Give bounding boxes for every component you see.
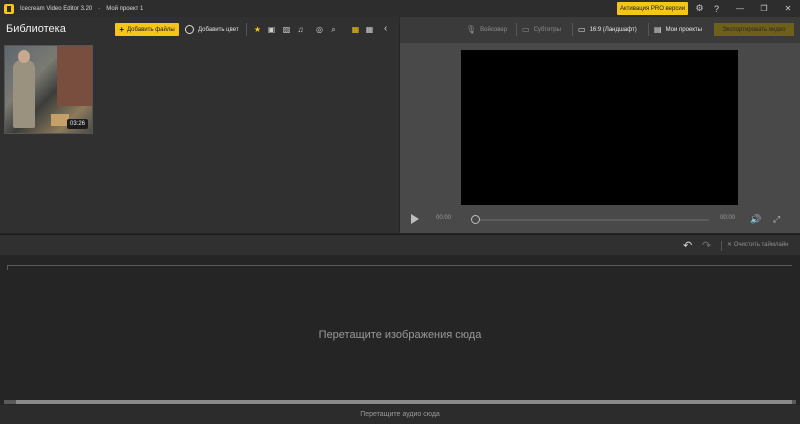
plus-icon: + [119, 25, 125, 34]
redo-icon[interactable]: ↷ [702, 239, 711, 252]
seek-handle[interactable] [471, 215, 480, 224]
aspect-ratio-icon: ▭ [578, 25, 586, 34]
title-bar: Icecream Video Editor 3.20 - Мой проект … [0, 0, 800, 17]
video-icon[interactable]: ▣ [266, 24, 277, 35]
toolbar-divider [572, 23, 573, 36]
chevron-left-icon[interactable]: ‹ [384, 23, 387, 34]
microphone-icon: 🎙 [466, 25, 477, 34]
add-color-label: Добавить цвет [198, 26, 239, 33]
subtitles-button[interactable]: ▭ Субтитры [522, 23, 561, 36]
my-projects-label: Мои проекты [665, 26, 702, 33]
current-time: 00:00 [436, 215, 452, 221]
thumbnail-image-person [13, 60, 35, 128]
clear-timeline-button[interactable]: ✕ Очистить таймлайн [727, 241, 789, 248]
close-icon: ✕ [727, 242, 734, 248]
project-name: Мой проект 1 [106, 5, 144, 12]
timeline-ruler [7, 265, 792, 266]
aspect-ratio-label: 16:9 (Ландшафт) [589, 26, 637, 33]
gear-icon[interactable]: ⚙ [694, 3, 705, 14]
activate-pro-button[interactable]: Активация PRO версии [617, 2, 688, 15]
total-time: 00:00 [720, 215, 736, 221]
minimize-button[interactable]: — [728, 0, 752, 17]
subtitles-label: Субтитры [533, 26, 561, 33]
help-icon[interactable]: ? [711, 3, 722, 14]
close-button[interactable]: ✕ [776, 0, 800, 17]
export-label: Экспортировать видео [722, 26, 786, 33]
fullscreen-icon[interactable]: ⤢ [773, 214, 780, 225]
toolbar-divider [246, 23, 247, 36]
library-panel: Библиотека + Добавить файлы Добавить цве… [0, 17, 399, 233]
timeline-area[interactable]: Перетащите изображения сюда [0, 256, 800, 398]
aspect-ratio-button[interactable]: ▭ 16:9 (Ландшафт) [578, 23, 637, 36]
drop-audio-hint: Перетащите аудио сюда [360, 411, 440, 418]
grid-large-icon[interactable]: ▦ [350, 24, 361, 35]
drop-images-hint: Перетащите изображения сюда [318, 329, 482, 341]
music-icon[interactable]: ♫ [295, 24, 306, 35]
add-color-button[interactable]: Добавить цвет [185, 23, 239, 36]
undo-icon[interactable]: ↶ [683, 239, 692, 252]
export-video-button[interactable]: Экспортировать видео [714, 23, 794, 36]
voiceover-label: Войсовер [480, 26, 508, 33]
seek-bar[interactable] [475, 219, 709, 221]
app-name: Icecream Video Editor 3.20 [20, 5, 93, 12]
duration-badge: 03:26 [66, 119, 88, 129]
preview-toolbar: 🎙 Войсовер ▭ Субтитры ▭ 16:9 (Ландшафт) … [400, 17, 800, 43]
audio-drop-zone[interactable]: Перетащите аудио сюда [0, 405, 800, 424]
image-icon[interactable]: ▨ [281, 24, 292, 35]
video-preview-screen[interactable] [461, 50, 738, 205]
search-icon[interactable]: ⌕ [328, 24, 339, 35]
play-icon[interactable] [411, 214, 419, 224]
voiceover-button[interactable]: 🎙 Войсовер [466, 23, 507, 36]
toolbar-divider [648, 23, 649, 36]
clear-timeline-label: Очистить таймлайн [733, 242, 789, 248]
projects-icon: ▤ [654, 25, 662, 34]
app-window: Icecream Video Editor 3.20 - Мой проект … [0, 0, 800, 424]
color-icon[interactable]: ◎ [314, 24, 325, 35]
player-controls: 00:00 00:00 🔊 ⤢ [400, 211, 800, 229]
app-logo-icon [4, 3, 14, 14]
media-thumbnail[interactable]: 03:26 [4, 45, 93, 134]
timeline-toolbar: ↶ ↷ ✕ Очистить таймлайн [0, 234, 800, 255]
thumbnail-image-head [18, 50, 30, 63]
toolbar-divider [516, 23, 517, 36]
preview-panel: 🎙 Войсовер ▭ Субтитры ▭ 16:9 (Ландшафт) … [400, 17, 800, 233]
timeline-ruler-tick [7, 265, 8, 270]
grid-small-icon[interactable]: ▦ [364, 24, 375, 35]
subtitles-icon: ▭ [522, 25, 530, 34]
add-files-label: Добавить файлы [127, 26, 175, 33]
scrollbar-thumb[interactable] [16, 400, 792, 404]
palette-icon [185, 25, 194, 34]
maximize-button[interactable]: ❐ [752, 0, 776, 17]
add-files-button[interactable]: + Добавить файлы [115, 23, 179, 36]
toolbar-divider [721, 241, 722, 251]
timeline-scrollbar[interactable] [4, 400, 796, 404]
my-projects-button[interactable]: ▤ Мои проекты [654, 23, 702, 36]
title-separator: - [98, 5, 101, 12]
volume-icon[interactable]: 🔊 [750, 214, 761, 225]
library-title: Библиотека [6, 23, 66, 35]
star-icon[interactable]: ★ [252, 24, 263, 35]
thumbnail-image-building [57, 46, 92, 106]
